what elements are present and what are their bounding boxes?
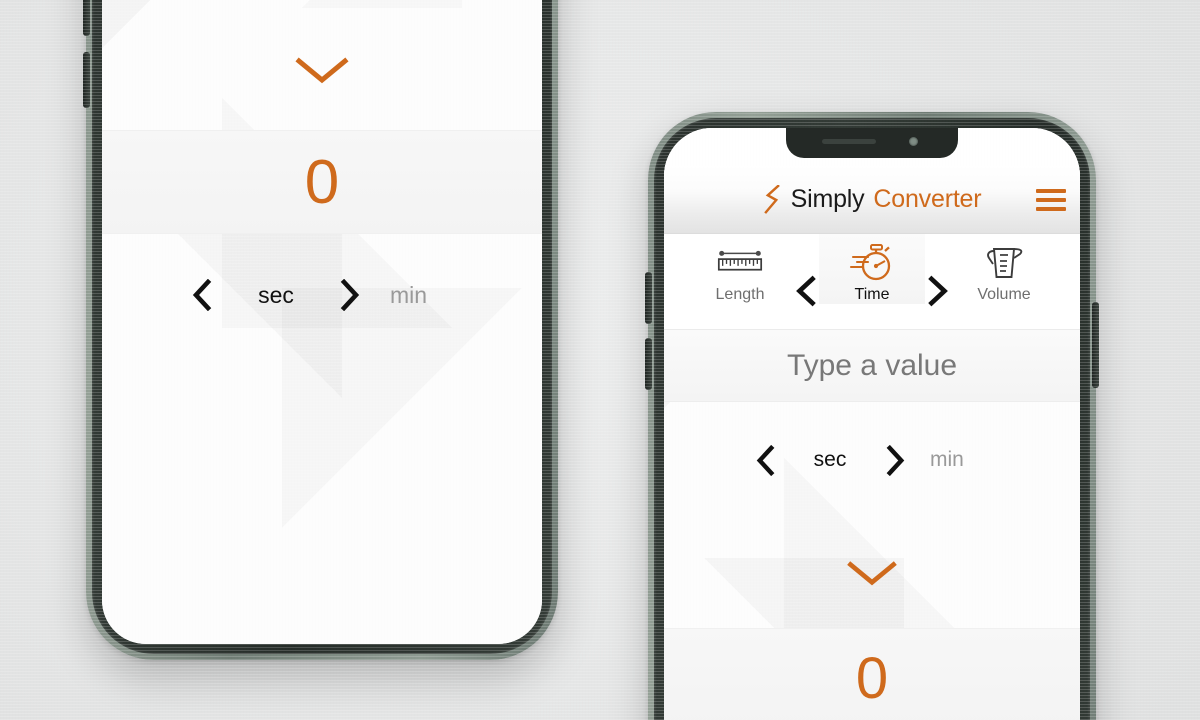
- output-unit-next-button[interactable]: [322, 279, 378, 311]
- output-unit-selected[interactable]: sec: [230, 282, 322, 309]
- app-viewport: Simply Converter: [102, 0, 542, 644]
- category-tab-volume[interactable]: Volume: [951, 234, 1057, 304]
- conversion-direction-button[interactable]: [664, 518, 1080, 628]
- category-tab-volume-label: Volume: [977, 286, 1031, 303]
- volume-up-button[interactable]: [83, 0, 90, 36]
- category-tab-weight[interactable]: We: [1057, 234, 1080, 304]
- chevron-right-icon: [928, 275, 948, 306]
- stopwatch-icon: [848, 240, 896, 284]
- input-unit-next-button[interactable]: [872, 444, 918, 476]
- chevron-right-icon: [886, 444, 904, 476]
- output-unit-prev-button[interactable]: [174, 279, 230, 311]
- phone-mockup-left: Simply Converter: [83, 0, 558, 660]
- phone-screen: Simply Converter: [664, 128, 1080, 720]
- result-value: 0: [855, 645, 889, 711]
- app-header: Simply Converter: [664, 166, 1080, 234]
- earpiece-speaker-icon: [822, 139, 876, 144]
- category-tab-length[interactable]: Length: [687, 234, 793, 304]
- power-button[interactable]: [1092, 302, 1099, 388]
- app-viewport: Simply Converter: [664, 128, 1080, 720]
- chevron-right-icon: [340, 279, 360, 311]
- output-unit-row: sec min: [102, 234, 542, 356]
- brand-name-primary: Simply: [790, 185, 865, 213]
- front-camera-icon: [909, 137, 918, 146]
- result-display: 0: [664, 628, 1080, 720]
- result-value: 0: [304, 147, 340, 217]
- volume-up-button[interactable]: [645, 272, 652, 324]
- volume-down-button[interactable]: [83, 52, 90, 108]
- app-bottom-space: [102, 356, 542, 644]
- input-unit-next-preview: min: [930, 448, 964, 471]
- category-tab-time-label: Time: [854, 286, 890, 303]
- output-unit-next-preview: min: [390, 281, 428, 308]
- device-notch: [786, 128, 958, 158]
- brand-name-secondary: Converter: [873, 185, 982, 213]
- hamburger-menu-icon[interactable]: [1036, 188, 1066, 211]
- input-unit-row: sec min: [664, 402, 1080, 518]
- category-prev-button[interactable]: [793, 275, 819, 307]
- category-tab-time[interactable]: Time: [819, 234, 925, 304]
- category-tab-area[interactable]: ea: [664, 234, 687, 304]
- chevron-down-icon: [847, 561, 897, 586]
- measuring-cup-icon: [981, 240, 1027, 284]
- result-display: 0: [102, 130, 542, 234]
- input-unit-selected[interactable]: sec: [788, 448, 872, 472]
- input-unit-row: sec min: [102, 0, 542, 10]
- phone-mockup-right: Simply Converter Length Time Volume Type…: [645, 112, 1099, 720]
- ruler-icon: [714, 240, 766, 284]
- category-tab-length-label: Length: [715, 286, 765, 303]
- chevron-left-icon: [756, 444, 774, 476]
- conversion-direction-button[interactable]: [102, 10, 542, 130]
- bolt-s-logo-icon: [763, 184, 780, 214]
- phone-screen: Simply Converter: [102, 0, 542, 644]
- volume-down-button[interactable]: [645, 338, 652, 390]
- category-tab-bar: ea: [664, 234, 1080, 330]
- scene-background: Simply Converter: [0, 0, 1200, 720]
- chevron-left-icon: [192, 279, 212, 311]
- category-next-button[interactable]: [925, 275, 951, 307]
- brand-logo: Simply Converter: [763, 184, 982, 215]
- type-a-value-bar[interactable]: Type a value: [664, 330, 1080, 402]
- type-a-value-prompt: Type a value: [786, 348, 958, 382]
- chevron-down-icon: [295, 57, 349, 84]
- chevron-left-icon: [796, 275, 816, 306]
- input-unit-prev-button[interactable]: [742, 444, 788, 476]
